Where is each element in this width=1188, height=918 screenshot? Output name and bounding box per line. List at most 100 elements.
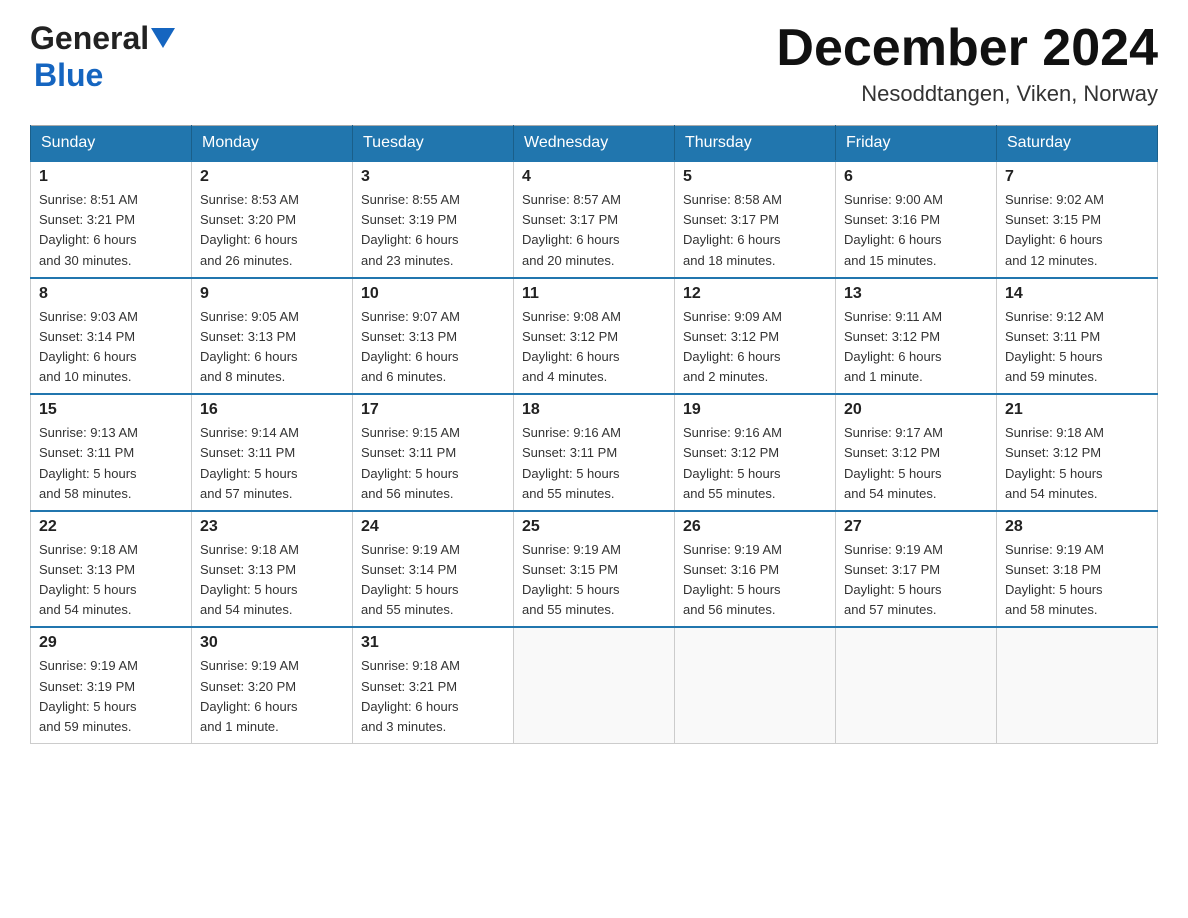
table-row: 20 Sunrise: 9:17 AMSunset: 3:12 PMDayligh…	[836, 394, 997, 511]
logo-arrow-icon	[151, 28, 175, 52]
day-info: Sunrise: 9:13 AMSunset: 3:11 PMDaylight:…	[39, 423, 183, 504]
day-number: 15	[39, 401, 183, 419]
day-info: Sunrise: 9:18 AMSunset: 3:12 PMDaylight:…	[1005, 423, 1149, 504]
day-number: 12	[683, 285, 827, 303]
page-title: December 2024	[776, 20, 1158, 77]
day-info: Sunrise: 9:16 AMSunset: 3:12 PMDaylight:…	[683, 423, 827, 504]
table-row: 6 Sunrise: 9:00 AMSunset: 3:16 PMDaylight…	[836, 161, 997, 278]
day-number: 9	[200, 285, 344, 303]
col-wednesday: Wednesday	[514, 126, 675, 162]
day-info: Sunrise: 9:18 AMSunset: 3:21 PMDaylight:…	[361, 656, 505, 737]
day-info: Sunrise: 9:03 AMSunset: 3:14 PMDaylight:…	[39, 307, 183, 388]
day-info: Sunrise: 8:57 AMSunset: 3:17 PMDaylight:…	[522, 190, 666, 271]
day-info: Sunrise: 9:19 AMSunset: 3:17 PMDaylight:…	[844, 540, 988, 621]
day-number: 30	[200, 634, 344, 652]
table-row: 13 Sunrise: 9:11 AMSunset: 3:12 PMDayligh…	[836, 278, 997, 395]
day-number: 7	[1005, 168, 1149, 186]
calendar-week-row: 8Sunrise: 9:03 AMSunset: 3:14 PMDaylight…	[31, 278, 1158, 395]
day-number: 11	[522, 285, 666, 303]
table-row: 14 Sunrise: 9:12 AMSunset: 3:11 PMDayligh…	[997, 278, 1158, 395]
day-info: Sunrise: 9:02 AMSunset: 3:15 PMDaylight:…	[1005, 190, 1149, 271]
table-row	[997, 627, 1158, 743]
day-info: Sunrise: 9:14 AMSunset: 3:11 PMDaylight:…	[200, 423, 344, 504]
calendar-week-row: 22 Sunrise: 9:18 AMSunset: 3:13 PMDayligh…	[31, 511, 1158, 628]
day-info: Sunrise: 9:07 AMSunset: 3:13 PMDaylight:…	[361, 307, 505, 388]
day-number: 23	[200, 518, 344, 536]
day-number: 20	[844, 401, 988, 419]
table-row: 8Sunrise: 9:03 AMSunset: 3:14 PMDaylight…	[31, 278, 192, 395]
day-number: 24	[361, 518, 505, 536]
table-row: 29 Sunrise: 9:19 AMSunset: 3:19 PMDayligh…	[31, 627, 192, 743]
col-sunday: Sunday	[31, 126, 192, 162]
day-number: 17	[361, 401, 505, 419]
day-number: 4	[522, 168, 666, 186]
table-row: 3 Sunrise: 8:55 AMSunset: 3:19 PMDaylight…	[353, 161, 514, 278]
table-row: 25Sunrise: 9:19 AMSunset: 3:15 PMDayligh…	[514, 511, 675, 628]
day-number: 22	[39, 518, 183, 536]
table-row: 5 Sunrise: 8:58 AMSunset: 3:17 PMDaylight…	[675, 161, 836, 278]
day-number: 26	[683, 518, 827, 536]
day-info: Sunrise: 9:17 AMSunset: 3:12 PMDaylight:…	[844, 423, 988, 504]
table-row: 9Sunrise: 9:05 AMSunset: 3:13 PMDaylight…	[192, 278, 353, 395]
day-info: Sunrise: 9:16 AMSunset: 3:11 PMDaylight:…	[522, 423, 666, 504]
day-number: 29	[39, 634, 183, 652]
day-info: Sunrise: 9:19 AMSunset: 3:14 PMDaylight:…	[361, 540, 505, 621]
col-saturday: Saturday	[997, 126, 1158, 162]
table-row: 17Sunrise: 9:15 AMSunset: 3:11 PMDayligh…	[353, 394, 514, 511]
day-number: 13	[844, 285, 988, 303]
day-info: Sunrise: 9:08 AMSunset: 3:12 PMDaylight:…	[522, 307, 666, 388]
day-number: 3	[361, 168, 505, 186]
table-row: 21 Sunrise: 9:18 AMSunset: 3:12 PMDayligh…	[997, 394, 1158, 511]
col-tuesday: Tuesday	[353, 126, 514, 162]
day-number: 14	[1005, 285, 1149, 303]
calendar-week-row: 29 Sunrise: 9:19 AMSunset: 3:19 PMDayligh…	[31, 627, 1158, 743]
table-row: 24 Sunrise: 9:19 AMSunset: 3:14 PMDayligh…	[353, 511, 514, 628]
table-row: 15 Sunrise: 9:13 AMSunset: 3:11 PMDayligh…	[31, 394, 192, 511]
day-info: Sunrise: 8:58 AMSunset: 3:17 PMDaylight:…	[683, 190, 827, 271]
table-row: 18 Sunrise: 9:16 AMSunset: 3:11 PMDayligh…	[514, 394, 675, 511]
day-info: Sunrise: 9:19 AMSunset: 3:15 PMDaylight:…	[522, 540, 666, 621]
day-info: Sunrise: 9:18 AMSunset: 3:13 PMDaylight:…	[200, 540, 344, 621]
table-row: 4 Sunrise: 8:57 AMSunset: 3:17 PMDaylight…	[514, 161, 675, 278]
table-row: 10 Sunrise: 9:07 AMSunset: 3:13 PMDayligh…	[353, 278, 514, 395]
day-info: Sunrise: 9:00 AMSunset: 3:16 PMDaylight:…	[844, 190, 988, 271]
day-info: Sunrise: 9:19 AMSunset: 3:20 PMDaylight:…	[200, 656, 344, 737]
day-info: Sunrise: 9:12 AMSunset: 3:11 PMDaylight:…	[1005, 307, 1149, 388]
day-number: 10	[361, 285, 505, 303]
day-info: Sunrise: 9:19 AMSunset: 3:19 PMDaylight:…	[39, 656, 183, 737]
day-info: Sunrise: 9:18 AMSunset: 3:13 PMDaylight:…	[39, 540, 183, 621]
table-row: 11 Sunrise: 9:08 AMSunset: 3:12 PMDayligh…	[514, 278, 675, 395]
day-info: Sunrise: 9:09 AMSunset: 3:12 PMDaylight:…	[683, 307, 827, 388]
table-row: 30 Sunrise: 9:19 AMSunset: 3:20 PMDayligh…	[192, 627, 353, 743]
table-row: 12 Sunrise: 9:09 AMSunset: 3:12 PMDayligh…	[675, 278, 836, 395]
day-number: 16	[200, 401, 344, 419]
table-row	[836, 627, 997, 743]
table-row: 22 Sunrise: 9:18 AMSunset: 3:13 PMDayligh…	[31, 511, 192, 628]
day-number: 6	[844, 168, 988, 186]
day-number: 21	[1005, 401, 1149, 419]
calendar-week-row: 15 Sunrise: 9:13 AMSunset: 3:11 PMDayligh…	[31, 394, 1158, 511]
day-number: 18	[522, 401, 666, 419]
day-info: Sunrise: 9:19 AMSunset: 3:18 PMDaylight:…	[1005, 540, 1149, 621]
col-friday: Friday	[836, 126, 997, 162]
table-row: 23 Sunrise: 9:18 AMSunset: 3:13 PMDayligh…	[192, 511, 353, 628]
day-number: 28	[1005, 518, 1149, 536]
table-row: 28 Sunrise: 9:19 AMSunset: 3:18 PMDayligh…	[997, 511, 1158, 628]
day-info: Sunrise: 8:53 AMSunset: 3:20 PMDaylight:…	[200, 190, 344, 271]
day-info: Sunrise: 8:51 AMSunset: 3:21 PMDaylight:…	[39, 190, 183, 271]
calendar-week-row: 1 Sunrise: 8:51 AMSunset: 3:21 PMDaylight…	[31, 161, 1158, 278]
day-info: Sunrise: 9:11 AMSunset: 3:12 PMDaylight:…	[844, 307, 988, 388]
table-row: 16 Sunrise: 9:14 AMSunset: 3:11 PMDayligh…	[192, 394, 353, 511]
day-number: 5	[683, 168, 827, 186]
title-area: December 2024 Nesoddtangen, Viken, Norwa…	[776, 20, 1158, 107]
day-info: Sunrise: 8:55 AMSunset: 3:19 PMDaylight:…	[361, 190, 505, 271]
calendar: Sunday Monday Tuesday Wednesday Thursday…	[30, 125, 1158, 744]
logo-blue: Blue	[34, 57, 103, 93]
table-row: 26Sunrise: 9:19 AMSunset: 3:16 PMDayligh…	[675, 511, 836, 628]
header: General Blue December 2024 Nesoddtangen,…	[30, 20, 1158, 107]
table-row	[514, 627, 675, 743]
table-row: 19Sunrise: 9:16 AMSunset: 3:12 PMDayligh…	[675, 394, 836, 511]
day-number: 1	[39, 168, 183, 186]
col-thursday: Thursday	[675, 126, 836, 162]
day-number: 2	[200, 168, 344, 186]
